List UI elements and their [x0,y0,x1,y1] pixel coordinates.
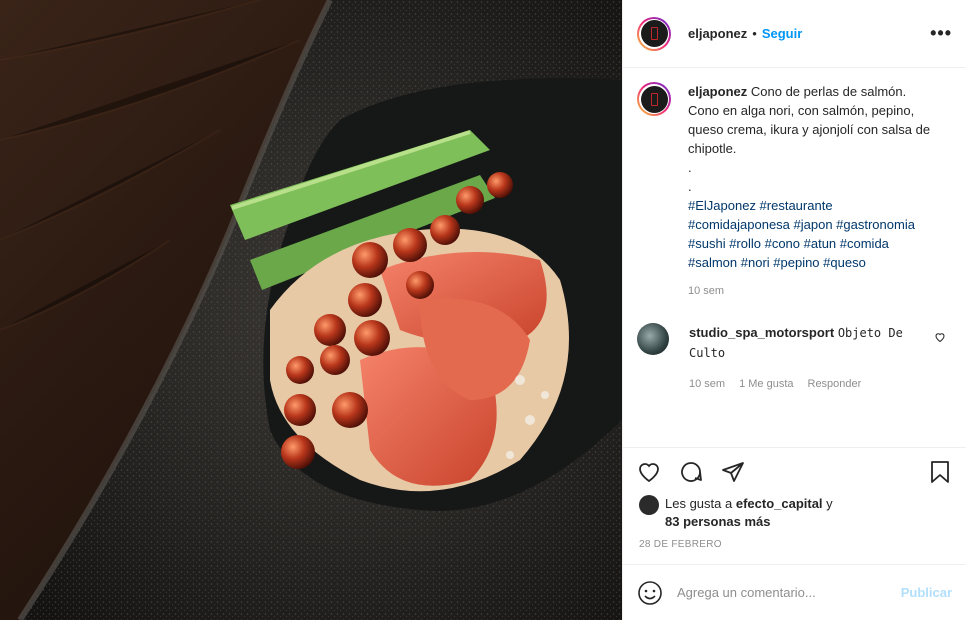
like-heart-icon[interactable] [635,458,663,486]
caption-dot-1: . [688,158,938,177]
post-header: eljaponez • Seguir ••• [623,0,966,68]
brand-logo-icon [651,27,658,40]
caption-text-block: eljaponez Cono de perlas de salmón. Cono… [688,82,938,301]
liker-username[interactable]: efecto_capital [736,496,823,511]
post-side-panel: eljaponez • Seguir ••• eljaponez Cono de… [622,0,966,620]
comment-input[interactable]: Agrega un comentario... [677,585,901,600]
caption-time[interactable]: 10 sem [688,282,938,301]
author-avatar[interactable] [637,17,671,51]
emoji-smile-icon[interactable] [637,580,663,606]
reply-button[interactable]: Responder [808,375,862,394]
likes-prefix: Les gusta a [665,496,732,511]
comment-bubble-icon[interactable] [677,458,705,486]
likes-mid: y [826,496,833,511]
add-comment-bar: Agrega un comentario... Publicar [623,564,966,620]
caption-hashtags[interactable]: #ElJaponez #restaurante #comidajaponesa … [688,196,938,272]
follow-button[interactable]: Seguir [762,26,802,41]
sushi-cone-photo [0,0,622,620]
likes-summary: Les gusta a efecto_capital y 83 personas… [623,495,966,531]
comment-like-heart-icon[interactable] [934,331,946,346]
caption-avatar[interactable] [637,82,671,116]
comment-item: studio_spa_motorsport Objeto De Culto 10… [637,323,952,394]
likes-text: Les gusta a efecto_capital y 83 personas… [665,495,833,531]
likes-others[interactable]: 83 personas más [665,514,771,529]
author-username[interactable]: eljaponez [688,26,747,41]
separator-dot: • [752,26,757,41]
comment-time[interactable]: 10 sem [689,375,725,394]
action-bar [623,447,966,495]
save-bookmark-icon[interactable] [926,458,954,486]
caption-username[interactable]: eljaponez [688,84,747,99]
commenter-avatar[interactable] [637,323,669,355]
instagram-post: eljaponez • Seguir ••• eljaponez Cono de… [0,0,966,620]
comment-meta: 10 sem 1 Me gusta Responder [689,375,909,394]
post-date[interactable]: 28 DE FEBRERO [623,531,966,564]
caption: eljaponez Cono de perlas de salmón. Cono… [637,82,952,301]
comment-body: studio_spa_motorsport Objeto De Culto 10… [689,323,909,394]
publish-button[interactable]: Publicar [901,585,952,600]
comments-area[interactable]: eljaponez Cono de perlas de salmón. Cono… [623,68,966,447]
liker-avatar[interactable] [639,495,659,515]
share-paper-plane-icon[interactable] [719,458,747,486]
commenter-username[interactable]: studio_spa_motorsport [689,325,834,340]
caption-dot-2: . [688,177,938,196]
more-options-icon[interactable]: ••• [930,23,952,44]
post-photo[interactable] [0,0,622,620]
brand-logo-icon [651,93,658,106]
comment-likes[interactable]: 1 Me gusta [739,375,793,394]
